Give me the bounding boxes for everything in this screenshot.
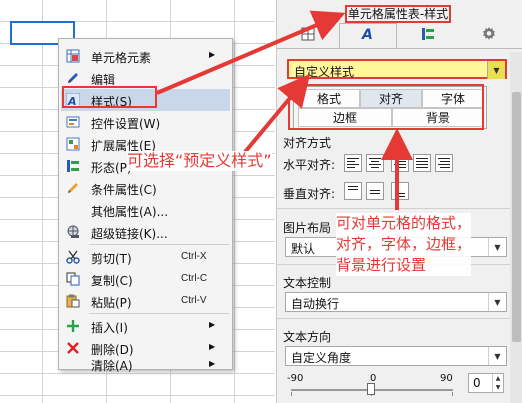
format-buttons-highlight-box — [288, 84, 484, 130]
style-select[interactable]: 自定义样式 ▼ — [287, 59, 507, 79]
rotation-spinner[interactable]: 0 ▲ ▼ — [468, 373, 504, 393]
tab-style[interactable]: A — [341, 24, 395, 48]
menu-separator — [89, 244, 229, 245]
text-direction-select[interactable]: 自定义角度 ▼ — [285, 346, 507, 366]
annotation-line: 对齐，字体，边框， — [336, 235, 472, 253]
menu-item-label: 单元格元素 — [91, 51, 152, 65]
menu-item-label: 控件设置(W) — [91, 117, 161, 131]
paste-icon — [65, 293, 81, 309]
text-direction-value: 自定义角度 — [291, 351, 352, 365]
rotation-min-label: -90 — [287, 373, 304, 384]
menu-item-label: 条件属性(C) — [91, 183, 157, 197]
form-icon — [65, 158, 81, 174]
image-layout-value: 默认 — [291, 242, 316, 256]
submenu-arrow-icon: ▶ — [209, 342, 216, 351]
annotation-predefined-style: 可选择“预定义样式” — [127, 151, 272, 171]
widget-settings-icon — [65, 114, 81, 130]
menu-item-insert[interactable]: 插入(I) ▶ — [61, 315, 230, 337]
menu-item-shortcut: Ctrl-V — [181, 295, 207, 306]
menu-item-label: 形态(P) — [91, 161, 132, 175]
submenu-arrow-icon: ▶ — [209, 50, 216, 59]
menu-item-widget-settings[interactable]: 控件设置(W) — [61, 111, 230, 133]
dropdown-arrow-icon[interactable]: ▼ — [488, 293, 506, 311]
menu-item-label: 复制(C) — [91, 274, 133, 288]
menu-item-hyperlink[interactable]: 超级链接(K)... — [61, 221, 230, 243]
tab-bar-divider — [277, 48, 522, 49]
menu-item-label: 剪切(T) — [91, 252, 132, 266]
plus-icon — [65, 318, 81, 334]
scissors-icon — [65, 249, 81, 265]
dropdown-arrow-icon[interactable]: ▼ — [488, 347, 506, 365]
text-control-label: 文本控制 — [283, 276, 332, 290]
annotation-format-settings: 可对单元格的格式， 对齐，字体，边框， 背景进行设置 — [336, 213, 472, 276]
align-justify-button[interactable] — [413, 154, 431, 172]
menu-item-label: 插入(I) — [91, 321, 128, 335]
panel-title: 单元格属性表-样式 — [345, 5, 451, 23]
annotation-line: 可对单元格的格式， — [336, 214, 472, 232]
style-select-value: 自定义样式 — [294, 65, 355, 79]
pencil-icon — [65, 70, 81, 86]
menu-item-clear[interactable]: 清除(A) ▶ — [61, 359, 230, 373]
align-distributed-button[interactable] — [435, 154, 453, 172]
slider-tick — [452, 392, 453, 396]
tab-form[interactable] — [403, 24, 453, 48]
menu-item-cell-element[interactable]: 单元格元素 ▶ — [61, 45, 230, 67]
text-direction-label: 文本方向 — [283, 330, 332, 344]
menu-item-label: 粘贴(P) — [91, 296, 132, 310]
dropdown-arrow-icon[interactable]: ▼ — [487, 61, 505, 79]
cell-element-icon — [65, 48, 81, 64]
text-control-value: 自动换行 — [291, 297, 340, 311]
text-control-select[interactable]: 自动换行 ▼ — [285, 292, 507, 312]
rotation-max-label: 90 — [440, 373, 453, 384]
menu-item-label: 其他属性(A)... — [91, 205, 169, 219]
dropdown-arrow-icon[interactable]: ▼ — [488, 238, 506, 256]
annotation-line: 背景进行设置 — [336, 256, 427, 274]
extended-attributes-icon — [65, 136, 81, 152]
menu-item-delete[interactable]: 删除(D) ▶ — [61, 337, 230, 359]
menu-item-cut[interactable]: 剪切(T) Ctrl-X — [61, 246, 230, 268]
valign-middle-button[interactable] — [366, 182, 384, 200]
menu-item-other-attributes[interactable]: 其他属性(A)... — [61, 199, 230, 221]
menu-item-label: 清除(A) — [91, 359, 133, 373]
cell-property-panel: 单元格属性表-样式 A 自定义样式 ▼ 格式 对齐 字体 边框 背景 对齐方式 … — [276, 0, 522, 403]
valign-bottom-button[interactable] — [391, 182, 409, 200]
image-layout-label: 图片布局 — [283, 221, 332, 235]
style-a-icon: A — [360, 26, 376, 46]
tab-cell[interactable] — [283, 24, 333, 48]
vertical-align-label: 垂直对齐: — [283, 187, 336, 201]
cell-border-icon — [301, 27, 315, 45]
align-center-button[interactable] — [366, 154, 384, 172]
condition-pencil-icon — [65, 180, 81, 196]
menu-separator — [89, 313, 229, 314]
svg-text:A: A — [361, 27, 373, 42]
submenu-arrow-icon: ▶ — [209, 359, 216, 368]
valign-top-button[interactable] — [344, 182, 362, 200]
menu-item-copy[interactable]: 复制(C) Ctrl-C — [61, 268, 230, 290]
panel-scrollbar-thumb[interactable] — [512, 92, 521, 342]
menu-item-shortcut: Ctrl-C — [181, 273, 208, 284]
hyperlink-globe-icon — [65, 224, 81, 240]
menu-item-condition-attributes[interactable]: 条件属性(C) — [61, 177, 230, 199]
alignment-section-title: 对齐方式 — [283, 136, 332, 150]
menu-item-label: 超级链接(K)... — [91, 227, 168, 241]
submenu-arrow-icon: ▶ — [209, 320, 216, 329]
rotation-value: 0 — [473, 376, 481, 390]
slider-tick — [291, 392, 292, 396]
rotation-slider-thumb[interactable] — [367, 383, 375, 395]
align-left-button[interactable] — [344, 154, 362, 172]
spinner-arrows-icon[interactable]: ▲ ▼ — [492, 374, 503, 392]
section-divider — [277, 318, 511, 319]
form-icon — [421, 27, 435, 45]
gear-icon — [481, 26, 497, 46]
style-menu-highlight-box — [62, 86, 157, 108]
copy-icon — [65, 271, 81, 287]
menu-item-shortcut: Ctrl-X — [181, 251, 207, 262]
horizontal-align-label: 水平对齐: — [283, 158, 336, 172]
section-divider — [277, 208, 511, 209]
delete-x-icon — [65, 340, 81, 356]
menu-item-label: 删除(D) — [91, 343, 134, 357]
menu-item-paste[interactable]: 粘贴(P) Ctrl-V — [61, 290, 230, 312]
align-right-button[interactable] — [391, 154, 409, 172]
tab-settings[interactable] — [461, 24, 517, 48]
